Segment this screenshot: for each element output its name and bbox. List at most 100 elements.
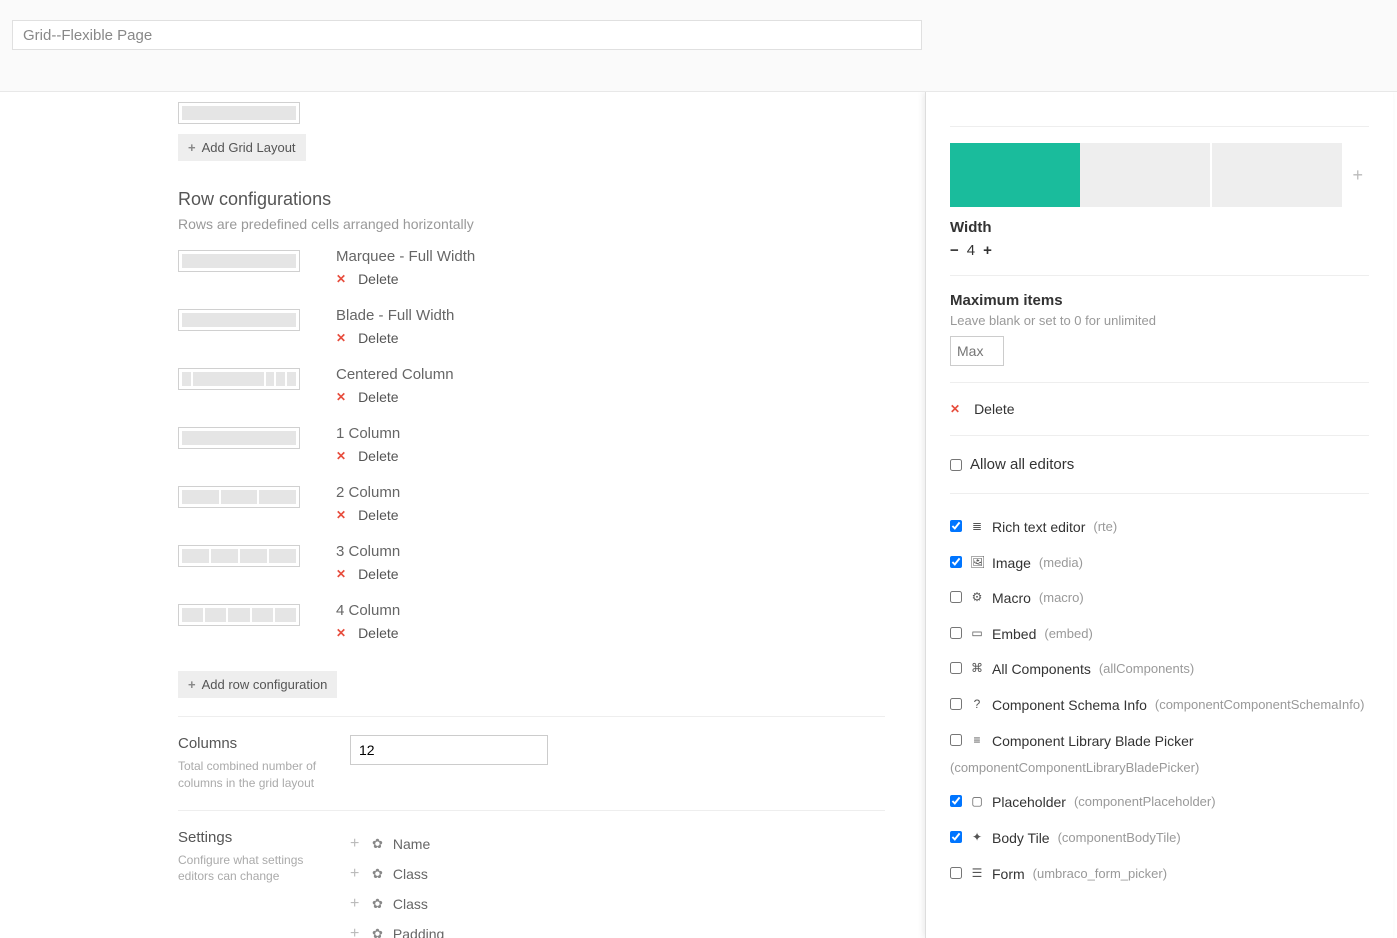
settings-help: Configure what settings editors can chan… — [178, 852, 330, 886]
add-row-config-button[interactable]: + Add row configuration — [178, 671, 337, 698]
row-config-item[interactable]: 3 Column ✕Delete — [178, 543, 885, 582]
row-delete-button[interactable]: ✕Delete — [336, 448, 400, 464]
row-config-subtitle: Rows are predefined cells arranged horiz… — [178, 216, 885, 232]
editor-label: Component Library Blade Picker — [992, 732, 1194, 752]
editor-label: Macro — [992, 589, 1031, 609]
row-delete-button[interactable]: ✕Delete — [336, 625, 400, 641]
width-minus-icon[interactable]: − — [950, 242, 959, 259]
width-empty-cell[interactable] — [1080, 143, 1210, 207]
gear-icon: ✿ — [372, 866, 383, 882]
settings-item[interactable]: +✿Class — [350, 859, 444, 889]
max-items-input[interactable] — [950, 336, 1004, 366]
editor-item[interactable]: 🖼Image (media) — [950, 546, 1369, 582]
row-config-item[interactable]: 2 Column✕Delete — [178, 484, 885, 523]
row-delete-button[interactable]: ✕Delete — [336, 566, 400, 582]
editor-alias: (umbraco_form_picker) — [1033, 865, 1167, 883]
delete-cell-label: Delete — [974, 401, 1014, 417]
settings-item[interactable]: +✿Name — [350, 829, 444, 859]
settings-item-label: Name — [393, 836, 430, 852]
editor-item[interactable]: ?Component Schema Info (componentCompone… — [950, 688, 1369, 724]
row-name: Centered Column — [336, 366, 454, 383]
plus-icon: + — [350, 865, 362, 883]
editor-checkbox[interactable] — [950, 591, 962, 603]
width-label: Width — [950, 219, 1369, 236]
plus-icon: + — [350, 925, 362, 938]
editor-item[interactable]: ✦Body Tile (componentBodyTile) — [950, 821, 1369, 857]
editor-icon: ⚙ — [970, 589, 984, 606]
row-thumb — [178, 250, 300, 272]
editor-item[interactable]: ▭Embed (embed) — [950, 617, 1369, 653]
settings-item[interactable]: +✿Padding — [350, 919, 444, 938]
width-fill[interactable] — [950, 143, 1080, 207]
editor-checkbox[interactable] — [950, 520, 962, 532]
editor-alias: (componentBodyTile) — [1058, 829, 1181, 847]
add-grid-layout-button[interactable]: + Add Grid Layout — [178, 134, 306, 161]
editor-checkbox[interactable] — [950, 662, 962, 674]
plus-icon: + — [350, 835, 362, 853]
editor-alias: (rte) — [1093, 518, 1117, 536]
allow-all-checkbox[interactable] — [950, 459, 962, 471]
row-config-item[interactable]: 4 Column ✕Delete — [178, 602, 885, 641]
plus-icon: + — [188, 140, 196, 155]
editor-item[interactable]: ⌘All Components (allComponents) — [950, 652, 1369, 688]
editor-item[interactable]: ☰Form (umbraco_form_picker) — [950, 857, 1369, 893]
columns-input[interactable] — [350, 735, 548, 765]
close-icon: ✕ — [336, 567, 346, 581]
close-icon: ✕ — [336, 508, 346, 522]
grid-layout-thumb[interactable] — [178, 102, 300, 124]
editor-checkbox[interactable] — [950, 556, 962, 568]
row-config-item[interactable]: Marquee - Full Width✕Delete — [178, 248, 885, 287]
editor-item[interactable]: ▢Placeholder (componentPlaceholder) — [950, 785, 1369, 821]
row-delete-button[interactable]: ✕Delete — [336, 330, 454, 346]
width-empty-cell[interactable] — [1212, 143, 1342, 207]
row-name: 1 Column — [336, 425, 400, 442]
row-config-item[interactable]: Blade - Full Width✕Delete — [178, 307, 885, 346]
row-thumb — [178, 604, 300, 626]
row-delete-button[interactable]: ✕ Delete — [336, 271, 475, 287]
max-items-label: Maximum items — [950, 292, 1369, 309]
gear-icon: ✿ — [372, 926, 383, 938]
editor-checkbox[interactable] — [950, 734, 962, 746]
add-column-icon[interactable]: + — [1346, 165, 1369, 186]
editor-checkbox[interactable] — [950, 831, 962, 843]
header — [0, 0, 1397, 92]
settings-label: Settings — [178, 829, 330, 846]
row-name: 3 Column — [336, 543, 400, 560]
editor-label: Form — [992, 865, 1025, 885]
allow-all-editors[interactable]: Allow all editors — [950, 452, 1369, 477]
row-delete-label: Delete — [358, 271, 398, 287]
row-config-item[interactable]: 1 Column ✕Delete — [178, 425, 885, 464]
editor-item[interactable]: ≣Rich text editor (rte) — [950, 510, 1369, 546]
close-icon: ✕ — [336, 390, 346, 404]
editor-icon: ▢ — [970, 793, 984, 810]
editor-item[interactable]: ≡Component Library Blade Picker (compone… — [950, 724, 1369, 786]
editor-item[interactable]: ⚙Macro (macro) — [950, 581, 1369, 617]
row-name: 4 Column — [336, 602, 400, 619]
page-title-input[interactable] — [12, 20, 922, 50]
editor-alias: (media) — [1039, 554, 1083, 572]
editor-alias: (componentComponentSchemaInfo) — [1155, 696, 1365, 714]
settings-field: Settings Configure what settings editors… — [178, 810, 885, 938]
columns-help: Total combined number of columns in the … — [178, 758, 330, 792]
row-delete-button[interactable]: ✕Delete — [336, 507, 400, 523]
settings-item[interactable]: +✿Class — [350, 889, 444, 919]
editor-icon: ≣ — [970, 518, 984, 535]
editor-alias: (componentPlaceholder) — [1074, 793, 1216, 811]
columns-field: Columns Total combined number of columns… — [178, 716, 885, 792]
editor-checkbox[interactable] — [950, 795, 962, 807]
editor-checkbox[interactable] — [950, 627, 962, 639]
row-config-item[interactable]: Centered Column ✕Delete — [178, 366, 885, 405]
delete-cell-button[interactable]: ✕ Delete — [950, 399, 1369, 419]
close-icon: ✕ — [336, 272, 346, 286]
row-delete-label: Delete — [358, 625, 398, 641]
editor-icon: 🖼 — [970, 554, 984, 571]
close-icon: ✕ — [336, 331, 346, 345]
row-delete-button[interactable]: ✕Delete — [336, 389, 454, 405]
editor-icon: ⌘ — [970, 660, 984, 677]
editor-alias: (embed) — [1044, 625, 1092, 643]
editor-checkbox[interactable] — [950, 698, 962, 710]
editor-checkbox[interactable] — [950, 867, 962, 879]
row-config-title: Row configurations — [178, 189, 885, 210]
right-panel: + Width − 4 + Maximum items Leave blank … — [925, 92, 1393, 938]
width-plus-icon[interactable]: + — [983, 242, 992, 259]
